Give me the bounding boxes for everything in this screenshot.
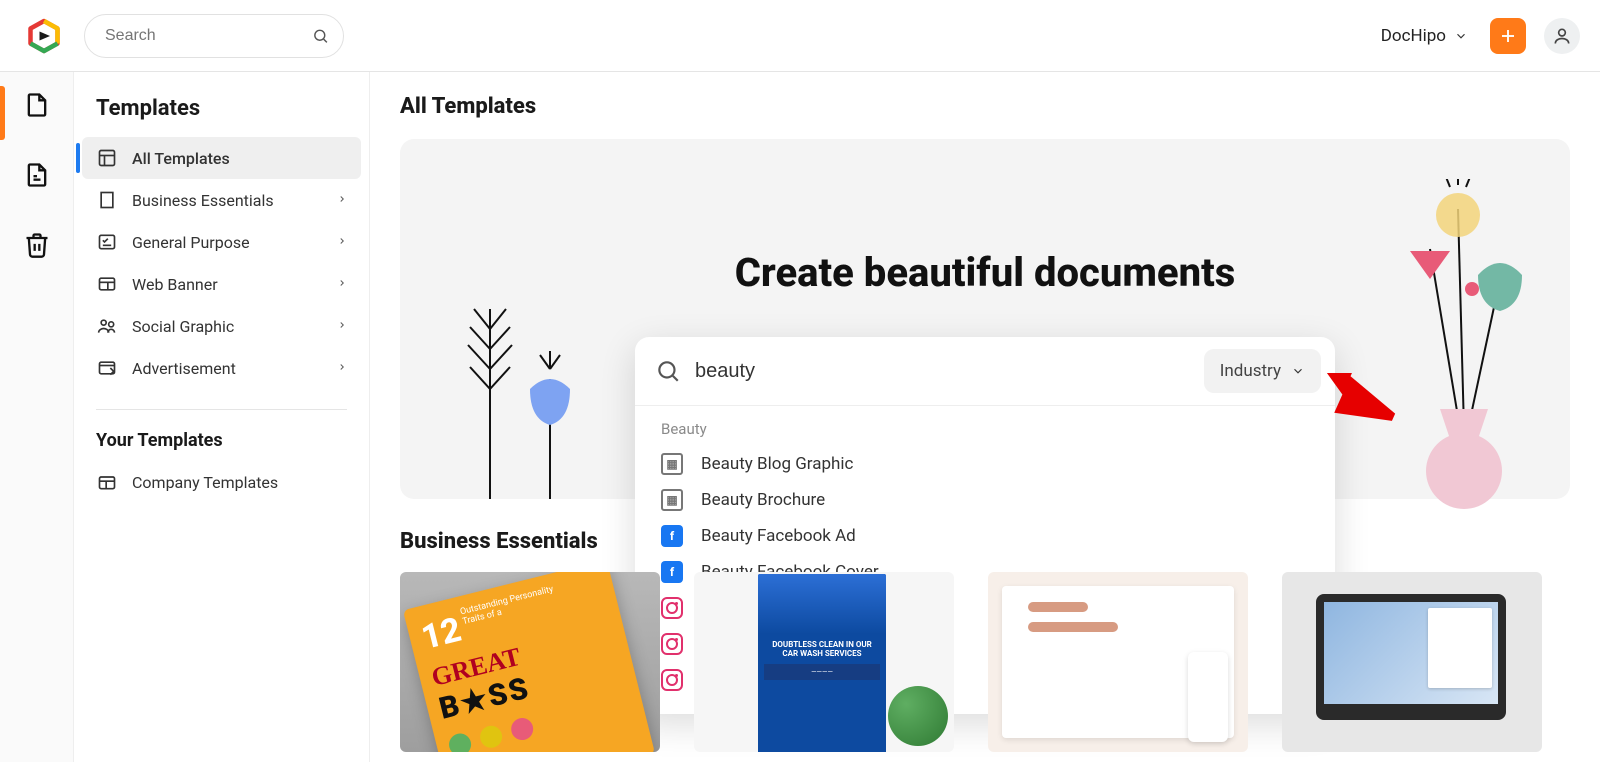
app-logo[interactable] [14,18,74,54]
main-content: All Templates Create beautiful documents [370,72,1600,762]
industry-label: Industry [1220,361,1281,381]
nav-rail [0,72,74,762]
category-label: General Purpose [132,233,250,252]
sidebar-your-company-templates[interactable]: Company Templates [82,461,361,503]
note-icon [23,161,51,189]
suggestion-item[interactable]: ▦ Beauty Brochure [635,482,1335,518]
template-card[interactable] [1282,572,1542,752]
workspace-label: DocHipo [1381,26,1446,46]
plus-icon [1499,27,1517,45]
chevron-right-icon [337,233,347,252]
sidebar-category-web-banner[interactable]: Web Banner [82,263,361,305]
search-icon [312,25,329,47]
suggestion-item[interactable]: ▦ Beauty Blog Graphic [635,446,1335,482]
workspace-selector[interactable]: DocHipo [1381,26,1468,46]
laptop-art [1316,594,1506,720]
layout-icon [96,273,118,295]
templates-sidebar: Templates All Templates Business Essentia… [74,72,370,762]
boss-tagline: Outstanding Personality Traits of a [459,582,571,628]
sidebar-category-general-purpose[interactable]: General Purpose [82,221,361,263]
category-label: All Templates [132,149,230,168]
facebook-icon: f [661,525,683,547]
chevron-right-icon [337,275,347,294]
suggestion-label: Beauty Facebook Ad [701,526,856,546]
your-template-label: Company Templates [132,473,278,492]
window-icon [96,357,118,379]
app-header: DocHipo [0,0,1600,72]
header-search[interactable] [84,14,344,58]
building-icon [96,189,118,211]
carwash-line2: CAR WASH SERVICES [764,649,880,658]
sidebar-category-business-essentials[interactable]: Business Essentials [82,179,361,221]
flower-illustration-right [1360,179,1540,509]
trash-icon [23,231,51,259]
suggestion-group-label: Beauty [635,420,1335,446]
chevron-right-icon [337,191,347,210]
checklist-icon [96,231,118,253]
suggestion-item[interactable]: f Beauty Facebook Ad [635,518,1335,554]
industry-filter-button[interactable]: Industry [1204,349,1321,393]
annotation-arrow [1317,373,1397,433]
instagram-icon [661,597,683,619]
template-card[interactable]: 12 Outstanding Personality Traits of a G… [400,572,660,752]
your-templates-title: Your Templates [82,430,361,461]
rail-documents[interactable] [22,160,52,190]
category-label: Web Banner [132,275,218,294]
rail-trash[interactable] [22,230,52,260]
chevron-right-icon [337,359,347,378]
search-icon [655,358,681,384]
create-new-button[interactable] [1490,18,1526,54]
suggestion-label: Beauty Brochure [701,490,825,510]
document-type-icon: ▦ [661,453,683,475]
account-button[interactable] [1544,18,1580,54]
sidebar-category-social-graphic[interactable]: Social Graphic [82,305,361,347]
category-label: Business Essentials [132,191,274,210]
grid-icon [96,147,118,169]
rail-templates[interactable] [22,90,52,120]
chevron-down-icon [1454,29,1468,43]
boss-card-art: 12 Outstanding Personality Traits of a G… [403,572,655,752]
document-type-icon: ▦ [661,489,683,511]
template-card[interactable] [988,572,1248,752]
template-card[interactable]: DOUBTLESS CLEAN IN OUR CAR WASH SERVICES… [694,572,954,752]
rail-active-indicator [0,86,5,140]
instagram-icon [661,633,683,655]
people-icon [96,315,118,337]
page-title: All Templates [400,94,1570,119]
carwash-card-art: DOUBTLESS CLEAN IN OUR CAR WASH SERVICES… [758,574,886,752]
header-search-input[interactable] [105,27,312,45]
folder-icon [96,471,118,493]
sidebar-category-advertisement[interactable]: Advertisement [82,347,361,389]
hero-banner: Create beautiful documents [400,139,1570,499]
sidebar-category-all-templates[interactable]: All Templates [82,137,361,179]
category-label: Social Graphic [132,317,234,336]
template-search-input[interactable] [695,360,1190,383]
facebook-icon: f [661,561,683,583]
instagram-icon [661,669,683,691]
document-icon [23,91,51,119]
chevron-right-icon [337,317,347,336]
sidebar-divider [96,409,347,410]
boss-number: 12 [417,610,465,658]
sidebar-title: Templates [82,96,361,131]
user-icon [1552,26,1572,46]
flower-illustration-left [450,289,590,509]
suggestion-label: Beauty Blog Graphic [701,454,853,474]
carwash-line1: DOUBTLESS CLEAN IN OUR [764,640,880,649]
chevron-down-icon [1291,364,1305,378]
category-label: Advertisement [132,359,236,378]
